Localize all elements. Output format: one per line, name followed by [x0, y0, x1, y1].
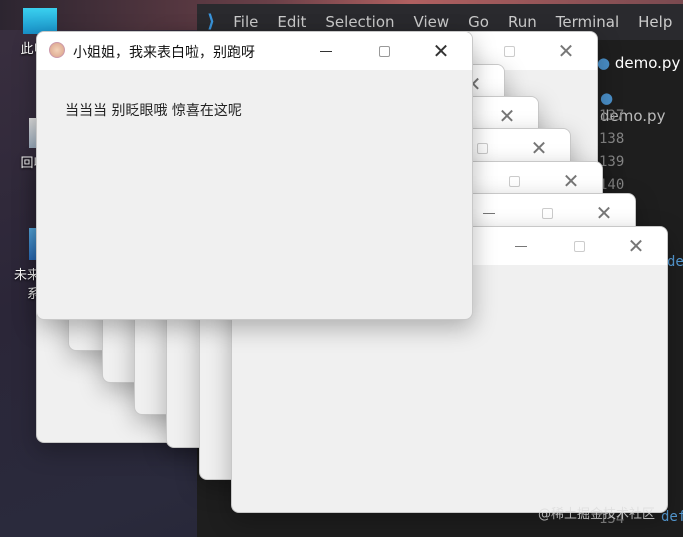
maximize-icon	[476, 142, 488, 154]
close-button[interactable]: ✕	[418, 32, 464, 70]
menu-view[interactable]: View	[414, 13, 450, 31]
minimize-icon	[515, 245, 527, 247]
maximize-icon	[378, 45, 390, 57]
line-number: 138	[599, 131, 625, 147]
vscode-logo-icon: ⟩	[207, 11, 216, 32]
message-label: 当当当 别眨眼哦 惊喜在这呢	[65, 103, 242, 119]
main-popup-window[interactable]: 小姐姐，我来表白啦，别跑呀 ✕ 当当当 别眨眼哦 惊喜在这呢	[36, 31, 473, 320]
code-keyword: def	[667, 254, 683, 270]
close-button[interactable]: ✕	[543, 32, 589, 70]
maximize-button[interactable]	[361, 32, 407, 70]
menu-file[interactable]: File	[233, 13, 258, 31]
line-number: 137	[599, 108, 625, 124]
menu-edit[interactable]: Edit	[277, 13, 306, 31]
watermark: @稀土掘金技术社区	[538, 507, 656, 522]
minimize-button[interactable]	[498, 227, 544, 265]
menu-selection[interactable]: Selection	[325, 13, 394, 31]
maximize-icon	[508, 175, 520, 187]
maximize-button[interactable]	[556, 227, 602, 265]
close-button[interactable]: ✕	[613, 227, 659, 265]
window-title: 小姐姐，我来表白啦，别跑呀	[73, 45, 255, 61]
menu-terminal[interactable]: Terminal	[556, 13, 619, 31]
minimize-icon	[483, 212, 495, 214]
menu-go[interactable]: Go	[468, 13, 489, 31]
app-icon	[49, 42, 65, 58]
title-bar[interactable]: 小姐姐，我来表白啦，别跑呀 ✕	[37, 32, 472, 70]
menu-help[interactable]: Help	[638, 13, 672, 31]
menu-run[interactable]: Run	[508, 13, 537, 31]
editor-tab[interactable]: ● demo.py	[597, 54, 680, 72]
minimize-icon	[320, 50, 332, 52]
minimize-button[interactable]	[303, 32, 349, 70]
tab-label: demo.py	[614, 54, 681, 72]
python-icon: ●	[597, 54, 611, 72]
maximize-icon	[541, 207, 553, 219]
maximize-icon	[573, 240, 585, 252]
python-icon: ●	[600, 89, 614, 107]
maximize-icon	[503, 45, 515, 57]
